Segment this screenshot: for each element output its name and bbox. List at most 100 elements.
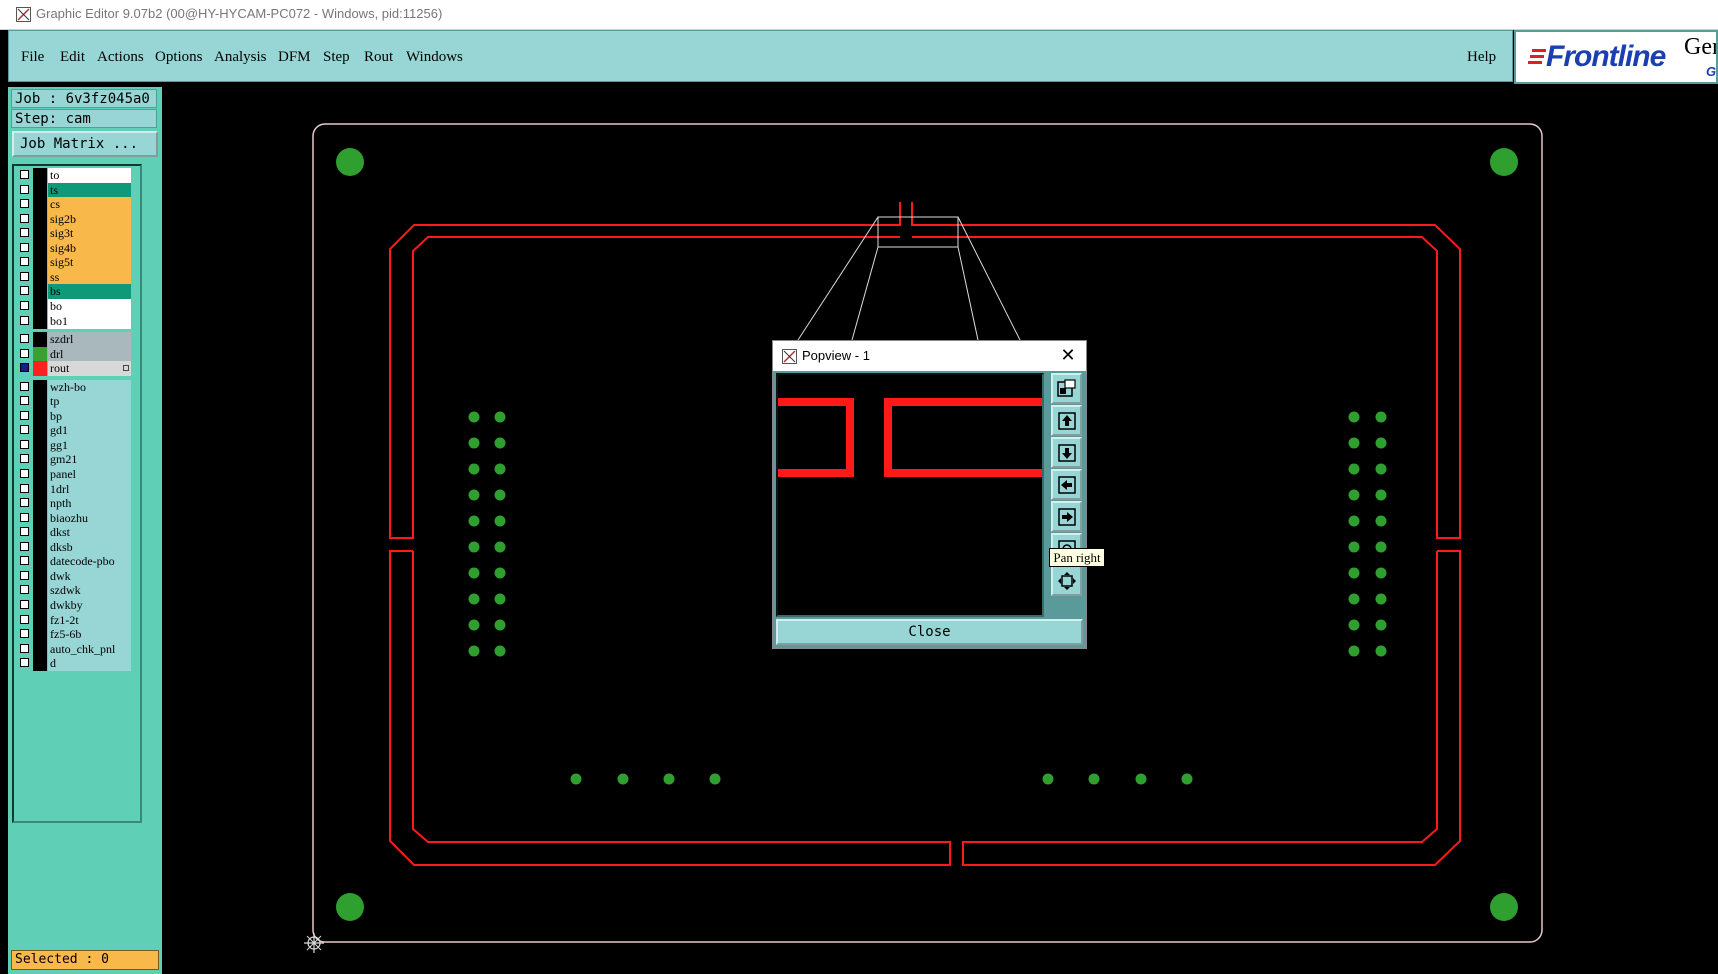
layer-name[interactable]: szdwk — [48, 583, 131, 599]
layer-checkbox[interactable] — [20, 469, 29, 478]
layer-color-swatch[interactable] — [33, 240, 47, 256]
layer-name[interactable]: sig2b — [48, 211, 131, 227]
layer-name[interactable]: panel — [48, 467, 131, 482]
layer-name[interactable]: d — [48, 656, 131, 672]
menu-dfm[interactable]: DFM — [278, 49, 311, 66]
layer-color-swatch[interactable] — [33, 394, 47, 410]
layer-row-1drl[interactable]: 1drl — [17, 481, 137, 497]
layer-row-d[interactable]: d — [17, 656, 137, 672]
layer-color-swatch[interactable] — [33, 211, 47, 227]
layer-row-gd1[interactable]: gd1 — [17, 423, 137, 439]
menu-analysis[interactable]: Analysis — [214, 49, 267, 66]
layer-color-swatch[interactable] — [33, 284, 47, 300]
pan-left-button[interactable] — [1051, 469, 1082, 500]
menu-windows[interactable]: Windows — [406, 49, 463, 66]
layer-color-swatch[interactable] — [33, 437, 47, 453]
layer-checkbox[interactable] — [20, 527, 29, 537]
layer-name[interactable]: biaozhu — [48, 510, 131, 526]
layer-row-cs[interactable]: cs — [17, 197, 137, 213]
zoom-fit-button[interactable] — [1051, 373, 1082, 404]
layer-color-swatch[interactable] — [33, 255, 47, 271]
layer-checkbox[interactable] — [20, 286, 29, 296]
layer-color-swatch[interactable] — [33, 313, 47, 329]
layer-checkbox[interactable] — [20, 184, 29, 194]
layer-color-swatch[interactable] — [33, 627, 47, 643]
layer-name[interactable]: tp — [48, 394, 131, 410]
layer-color-swatch[interactable] — [33, 597, 47, 613]
layer-color-swatch[interactable] — [33, 197, 47, 213]
layer-name[interactable]: wzh-bo — [48, 379, 131, 395]
layer-row-bs[interactable]: bs — [17, 284, 137, 300]
layer-name[interactable]: bo — [48, 298, 131, 314]
layer-color-swatch[interactable] — [33, 656, 47, 672]
layer-name[interactable]: auto_chk_pnl — [48, 641, 131, 657]
popview-titlebar[interactable]: Popview - 1 ✕ — [773, 341, 1086, 371]
layer-row-fz5-6b[interactable]: fz5-6b — [17, 627, 137, 643]
layer-name[interactable]: 1drl — [48, 481, 131, 497]
menu-step[interactable]: Step — [323, 49, 350, 66]
menu-file[interactable]: File — [21, 49, 44, 66]
layer-color-swatch[interactable] — [33, 554, 47, 570]
layer-color-swatch[interactable] — [33, 423, 47, 439]
layer-color-swatch[interactable] — [33, 467, 47, 482]
layer-color-swatch[interactable] — [33, 641, 47, 657]
layer-checkbox[interactable] — [20, 629, 29, 639]
layer-name[interactable]: cs — [48, 197, 131, 213]
layer-color-swatch[interactable] — [33, 182, 47, 198]
layer-name[interactable]: ss — [48, 269, 131, 285]
layer-name[interactable]: bs — [48, 284, 131, 300]
layer-name[interactable]: gd1 — [48, 423, 131, 439]
layer-name[interactable]: npth — [48, 496, 131, 512]
layer-name[interactable]: fz1-2t — [48, 612, 131, 628]
layer-name[interactable]: fz5-6b — [48, 627, 131, 643]
popview-close-button[interactable]: Close — [776, 619, 1083, 645]
layer-color-swatch[interactable] — [33, 452, 47, 468]
layer-checkbox[interactable] — [20, 585, 29, 595]
pan-right-button[interactable] — [1051, 501, 1082, 532]
layer-name[interactable]: drl — [48, 346, 131, 362]
layer-checkbox[interactable] — [20, 658, 29, 668]
layer-row-gg1[interactable]: gg1 — [17, 437, 137, 453]
layer-color-swatch[interactable] — [33, 361, 47, 377]
layer-checkbox[interactable] — [20, 512, 29, 522]
layer-row-bp[interactable]: bp — [17, 408, 137, 424]
popview-canvas[interactable] — [776, 373, 1044, 617]
layer-checkbox[interactable] — [20, 257, 29, 267]
layer-checkbox[interactable] — [20, 425, 29, 435]
layer-color-swatch[interactable] — [33, 269, 47, 285]
menu-actions[interactable]: Actions — [97, 49, 144, 66]
menu-help[interactable]: Help — [1467, 49, 1496, 66]
layer-checkbox[interactable] — [20, 271, 29, 281]
layer-checkbox[interactable] — [20, 199, 29, 209]
menu-edit[interactable]: Edit — [60, 49, 85, 66]
menu-rout[interactable]: Rout — [364, 49, 393, 66]
layer-color-swatch[interactable] — [33, 332, 47, 348]
layer-checkbox[interactable] — [20, 541, 29, 551]
layer-checkbox[interactable] — [20, 396, 29, 406]
layer-color-swatch[interactable] — [33, 298, 47, 314]
close-icon[interactable]: ✕ — [1057, 345, 1079, 367]
layer-color-swatch[interactable] — [33, 496, 47, 512]
layer-row-sig5t[interactable]: sig5t — [17, 255, 137, 271]
layer-name[interactable]: dkst — [48, 525, 131, 541]
layer-name[interactable]: bp — [48, 408, 131, 424]
layer-name[interactable]: sig3t — [48, 226, 131, 242]
layer-checkbox[interactable] — [20, 381, 29, 391]
layer-row-szdwk[interactable]: szdwk — [17, 583, 137, 599]
layer-color-swatch[interactable] — [33, 346, 47, 362]
layer-color-swatch[interactable] — [33, 510, 47, 526]
layer-checkbox[interactable] — [20, 614, 29, 624]
pan-up-button[interactable] — [1051, 405, 1082, 436]
layer-name[interactable]: szdrl — [48, 332, 131, 348]
layer-checkbox[interactable] — [20, 363, 29, 373]
layer-checkbox[interactable] — [20, 334, 29, 344]
layer-name[interactable]: to — [48, 168, 131, 183]
layer-checkbox[interactable] — [20, 599, 29, 609]
layer-checkbox[interactable] — [20, 348, 29, 358]
layer-row-to[interactable]: to — [17, 168, 137, 183]
layer-name[interactable]: bo1 — [48, 313, 131, 329]
layer-color-swatch[interactable] — [33, 539, 47, 555]
layer-row-sig4b[interactable]: sig4b — [17, 240, 137, 256]
layer-row-auto_chk_pnl[interactable]: auto_chk_pnl — [17, 641, 137, 657]
layer-checkbox[interactable] — [20, 454, 29, 464]
